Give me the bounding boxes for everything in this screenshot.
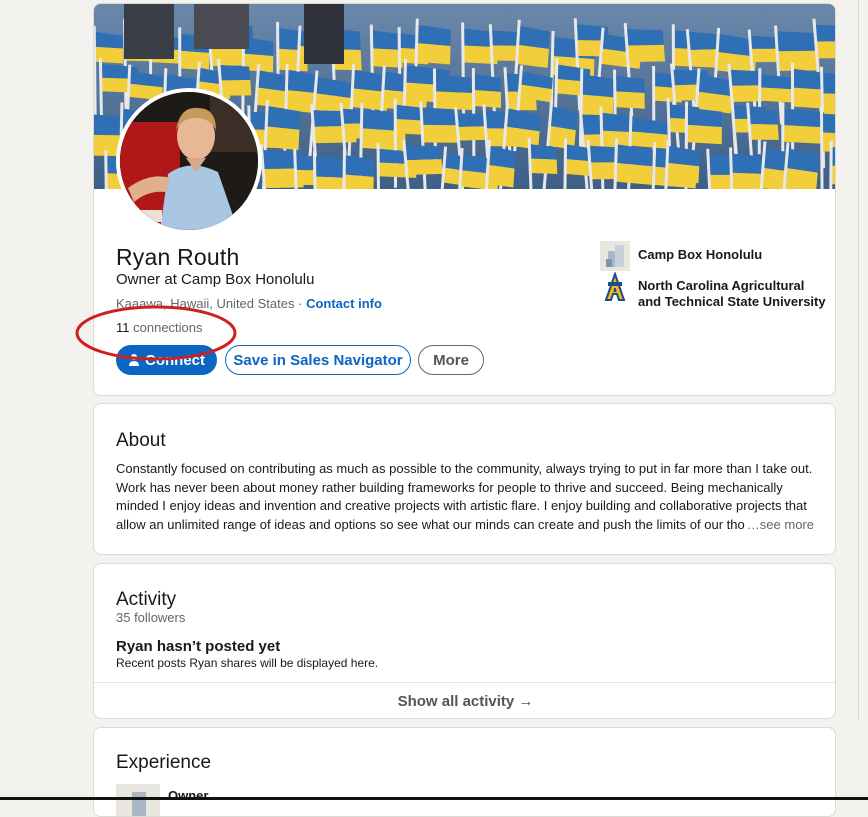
profile-headline: Owner at Camp Box Honolulu <box>116 271 315 288</box>
experience-company-logo <box>116 784 160 816</box>
followers-count[interactable]: 35 followers <box>116 610 185 625</box>
company-logo-icon <box>600 241 630 271</box>
about-title: About <box>116 430 166 451</box>
activity-title: Activity <box>116 589 177 610</box>
experience-card: Experience Owner <box>93 727 836 817</box>
scroll-edge <box>858 0 859 720</box>
school-name: North Carolina Agricultural and Technica… <box>638 272 826 310</box>
university-logo-icon <box>604 272 626 301</box>
experience-title: Experience <box>116 752 212 773</box>
about-text: Constantly focused on contributing as mu… <box>116 461 813 532</box>
sales-navigator-button-label: Save in Sales Navigator <box>233 351 403 369</box>
flag-shape <box>828 140 835 189</box>
more-button[interactable]: More <box>418 345 484 375</box>
no-posts-subtitle: Recent posts Ryan shares will be display… <box>116 656 379 670</box>
about-card: About Constantly focused on contributing… <box>93 403 836 555</box>
school-name-line-1: North Carolina Agricultural <box>638 278 805 293</box>
education-school[interactable]: North Carolina Agricultural and Technica… <box>600 272 826 310</box>
activity-card: Activity 35 followers Ryan hasn’t posted… <box>93 563 836 719</box>
more-button-label: More <box>433 351 469 369</box>
separator-dot: · <box>298 296 303 311</box>
show-all-activity-button[interactable]: Show all activity → <box>94 683 835 718</box>
no-posts-title: Ryan hasn’t posted yet <box>116 638 281 655</box>
see-more-link[interactable]: …see more <box>744 517 814 532</box>
experience-role-title: Owner <box>168 788 209 803</box>
company-logo-icon <box>116 784 160 816</box>
company-name: Camp Box Honolulu <box>638 247 763 262</box>
school-name-line-2: and Technical State University <box>638 294 826 309</box>
current-company[interactable]: Camp Box Honolulu <box>600 241 762 271</box>
red-circle-annotation <box>75 305 237 361</box>
profile-photo <box>120 92 258 230</box>
profile-name: Ryan Routh <box>116 244 240 270</box>
contact-info-link[interactable]: Contact info <box>306 296 382 311</box>
profile-avatar[interactable] <box>116 88 262 234</box>
save-in-sales-navigator-button[interactable]: Save in Sales Navigator <box>225 345 411 375</box>
